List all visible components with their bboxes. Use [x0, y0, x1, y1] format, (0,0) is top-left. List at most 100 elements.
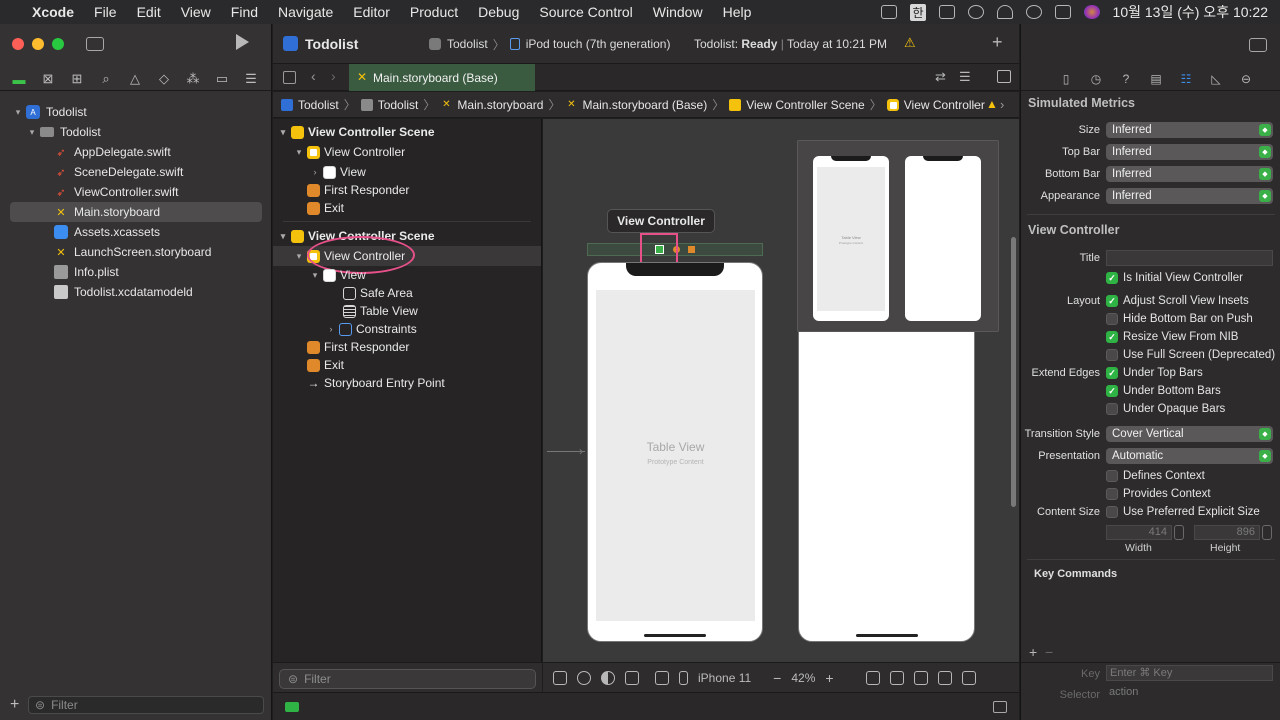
breadcrumb-view-controller[interactable]: View Controller	[886, 98, 985, 112]
scheme-selector[interactable]: Todolist 〉 iPod touch (7th generation)	[429, 34, 670, 54]
related-items-icon[interactable]	[283, 71, 296, 84]
debug-area-indicator[interactable]	[285, 702, 299, 712]
tree-item-file[interactable]: Info.plist	[0, 262, 272, 282]
run-button[interactable]	[236, 34, 249, 50]
menu-editor[interactable]: Editor	[353, 4, 390, 20]
menu-help[interactable]: Help	[723, 4, 752, 20]
is-initial-checkbox[interactable]: ✓ Is Initial View Controller	[1106, 270, 1243, 286]
breadcrumb-storyboard[interactable]: ✕ Main.storyboard	[440, 98, 543, 112]
resolve-autolayout-icon[interactable]	[937, 670, 952, 685]
breadcrumb-folder[interactable]: Todolist	[360, 98, 418, 112]
size-popup[interactable]: Inferred ◆	[1106, 122, 1273, 138]
outline-row-table-view[interactable]: Table View	[273, 302, 541, 320]
tree-item-file[interactable]: ➶ SceneDelegate.swift	[0, 162, 272, 182]
disclosure-icon[interactable]: ›	[325, 324, 337, 334]
attributes-inspector-tab-icon[interactable]: ☷	[1177, 71, 1195, 87]
menu-window[interactable]: Window	[653, 4, 703, 20]
second-scene-phone[interactable]	[798, 319, 975, 642]
zoom-out-button[interactable]: −	[773, 670, 781, 686]
debug-navigator-tab-icon[interactable]: ⁂	[184, 71, 202, 87]
canvas-scrollbar[interactable]	[1011, 237, 1016, 507]
resize-from-nib-checkbox[interactable]: ✓ Resize View From NIB	[1106, 329, 1238, 345]
outline-row-view[interactable]: › View	[273, 163, 541, 181]
pin-icon[interactable]	[913, 670, 928, 685]
height-stepper[interactable]	[1262, 525, 1272, 540]
toggle-debug-area-icon[interactable]	[993, 701, 1007, 713]
tree-item-file[interactable]: ➶ AppDelegate.swift	[0, 142, 272, 162]
title-field[interactable]	[1106, 250, 1273, 266]
menu-clock[interactable]: 10월 13일 (수) 오후 10:22	[1113, 2, 1268, 22]
tree-item-file[interactable]: Assets.xcassets	[0, 222, 272, 242]
symbol-navigator-tab-icon[interactable]: ⊞	[68, 71, 86, 87]
outline-row-safe-area[interactable]: Safe Area	[273, 284, 541, 302]
outline-row-view-controller[interactable]: ▾ View Controller	[273, 141, 541, 163]
tree-item-project[interactable]: ▾ A Todolist	[0, 102, 272, 122]
storyboard-canvas[interactable]: View Controller › Table View Prototype C…	[543, 119, 1019, 662]
outline-row-first-responder[interactable]: First Responder	[273, 181, 541, 199]
defines-context-checkbox[interactable]: Defines Context	[1106, 468, 1205, 484]
under-top-bars-checkbox[interactable]: ✓ Under Top Bars	[1106, 365, 1203, 381]
hide-bottom-bar-checkbox[interactable]: Hide Bottom Bar on Push	[1106, 311, 1253, 327]
warning-icon[interactable]: ⚠	[904, 35, 916, 51]
device-icon[interactable]	[679, 670, 688, 685]
outline-row-first-responder[interactable]: First Responder	[273, 338, 541, 356]
back-icon[interactable]: ‹	[311, 68, 316, 84]
disclosure-icon[interactable]: ▾	[26, 127, 38, 138]
disclosure-icon[interactable]: ▾	[12, 107, 24, 118]
width-field[interactable]: 414	[1106, 525, 1172, 540]
control-center-icon[interactable]	[1054, 5, 1071, 19]
bottom-bar-popup[interactable]: Inferred ◆	[1106, 166, 1273, 182]
under-opaque-bars-checkbox[interactable]: Under Opaque Bars	[1106, 401, 1225, 417]
outline-row-constraints[interactable]: › Constraints	[273, 320, 541, 338]
identity-inspector-tab-icon[interactable]: ▤	[1147, 71, 1165, 87]
connections-inspector-tab-icon[interactable]: ⊖	[1237, 71, 1255, 87]
forward-icon[interactable]: ›	[331, 68, 336, 84]
swap-icon[interactable]: ⇄	[935, 69, 946, 85]
zoom-level[interactable]: 42%	[791, 671, 815, 685]
orientation-icon[interactable]	[625, 670, 639, 685]
navigator-filter-field[interactable]: ⊜ Filter	[28, 696, 264, 714]
dock-exit-icon[interactable]	[688, 246, 695, 253]
project-navigator-tab-icon[interactable]: ▬	[10, 71, 28, 87]
appearance-popup[interactable]: Inferred ◆	[1106, 188, 1273, 204]
input-source-icon[interactable]: 한	[910, 3, 926, 21]
help-inspector-tab-icon[interactable]: ?	[1117, 71, 1135, 87]
device-name[interactable]: iPhone 11	[698, 671, 751, 685]
top-bar-popup[interactable]: Inferred ◆	[1106, 144, 1273, 160]
embed-in-icon[interactable]	[961, 670, 976, 685]
update-frames-icon[interactable]	[865, 670, 880, 685]
history-inspector-tab-icon[interactable]: ◷	[1087, 71, 1105, 87]
split-editor-icon[interactable]	[997, 70, 1011, 83]
report-navigator-tab-icon[interactable]: ☰	[242, 71, 260, 87]
menu-source-control[interactable]: Source Control	[539, 4, 632, 20]
sidebar-toggle-icon[interactable]	[86, 37, 104, 51]
source-control-navigator-tab-icon[interactable]: ⊠	[39, 71, 57, 87]
inspector-toggle-icon[interactable]	[1249, 38, 1267, 52]
next-issue-icon[interactable]: ›	[1000, 97, 1004, 112]
outline-row-view[interactable]: ▾ View	[273, 266, 541, 284]
height-field[interactable]: 896	[1194, 525, 1260, 540]
outline-row-entry-point[interactable]: → Storyboard Entry Point	[273, 374, 541, 392]
menu-product[interactable]: Product	[410, 4, 458, 20]
tree-item-file[interactable]: ➶ ViewController.swift	[0, 182, 272, 202]
transition-style-popup[interactable]: Cover Vertical ◆	[1106, 426, 1273, 442]
breadcrumb-project[interactable]: Todolist	[281, 98, 339, 112]
disclosure-icon[interactable]: ▾	[309, 270, 321, 281]
tree-item-file[interactable]: Todolist.xcdatamodeld	[0, 282, 272, 302]
file-inspector-tab-icon[interactable]: ▯	[1057, 71, 1075, 87]
device-size-icon[interactable]	[655, 670, 669, 685]
library-add-button[interactable]: +	[992, 32, 1003, 53]
menu-navigate[interactable]: Navigate	[278, 4, 333, 20]
under-bottom-bars-checkbox[interactable]: ✓ Under Bottom Bars	[1106, 383, 1221, 399]
status-user-icon[interactable]	[967, 5, 984, 19]
disclosure-icon[interactable]: ▾	[293, 251, 305, 262]
tree-item-file[interactable]: ✕ LaunchScreen.storyboard	[0, 242, 272, 262]
view-controller-scene-phone[interactable]: Table View Prototype Content	[587, 262, 763, 642]
tab-main-storyboard[interactable]: ✕ Main.storyboard (Base)	[349, 64, 535, 91]
selector-field[interactable]: action	[1106, 686, 1273, 702]
align-icon[interactable]	[889, 670, 904, 685]
size-inspector-tab-icon[interactable]: ◺	[1207, 71, 1225, 87]
remove-key-command-button[interactable]: −	[1045, 644, 1053, 660]
menu-find[interactable]: Find	[231, 4, 258, 20]
provides-context-checkbox[interactable]: Provides Context	[1106, 486, 1211, 502]
